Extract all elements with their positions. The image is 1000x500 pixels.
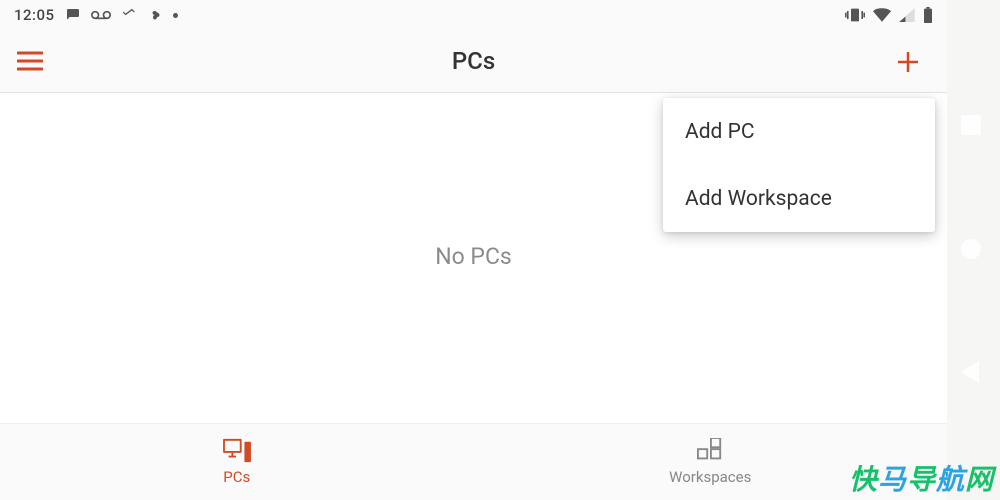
missed-call-icon — [121, 7, 137, 23]
workspaces-icon — [696, 438, 724, 464]
menu-button[interactable] — [0, 30, 60, 93]
app-bar: PCs — [0, 30, 947, 93]
app-screen: 12:05 PCs No PCs Add PC Add Work — [0, 0, 947, 500]
android-nav-strip — [947, 0, 1000, 500]
menu-item-add-workspace[interactable]: Add Workspace — [663, 165, 935, 232]
status-right — [845, 7, 933, 23]
pc-icon — [222, 438, 252, 464]
hamburger-icon — [17, 51, 43, 71]
empty-state-text: No PCs — [435, 243, 512, 270]
nav-tab-label: PCs — [223, 468, 250, 486]
menu-item-add-pc[interactable]: Add PC — [663, 98, 935, 165]
home-icon[interactable] — [961, 239, 981, 259]
fan-icon — [147, 7, 163, 23]
note-icon — [65, 7, 81, 23]
vibrate-icon — [845, 7, 865, 23]
recent-apps-icon[interactable] — [961, 115, 981, 135]
status-bar: 12:05 — [0, 0, 947, 30]
wifi-icon — [873, 8, 891, 22]
cellular-icon — [899, 8, 915, 22]
menu-item-label: Add Workspace — [685, 187, 832, 211]
status-left: 12:05 — [14, 6, 178, 24]
nav-tab-workspaces[interactable]: Workspaces — [474, 424, 948, 500]
menu-item-label: Add PC — [685, 120, 755, 144]
status-time: 12:05 — [14, 6, 55, 24]
page-title: PCs — [0, 47, 947, 75]
voicemail-icon — [91, 9, 111, 21]
back-icon[interactable] — [961, 361, 979, 383]
add-menu-popup: Add PC Add Workspace — [663, 98, 935, 232]
battery-icon — [923, 7, 933, 23]
bottom-nav: PCs Workspaces — [0, 423, 947, 500]
status-dot-icon — [173, 13, 178, 18]
add-button[interactable] — [879, 30, 937, 93]
nav-tab-label: Workspaces — [669, 468, 751, 486]
nav-tab-pcs[interactable]: PCs — [0, 424, 474, 500]
plus-icon — [896, 50, 920, 74]
